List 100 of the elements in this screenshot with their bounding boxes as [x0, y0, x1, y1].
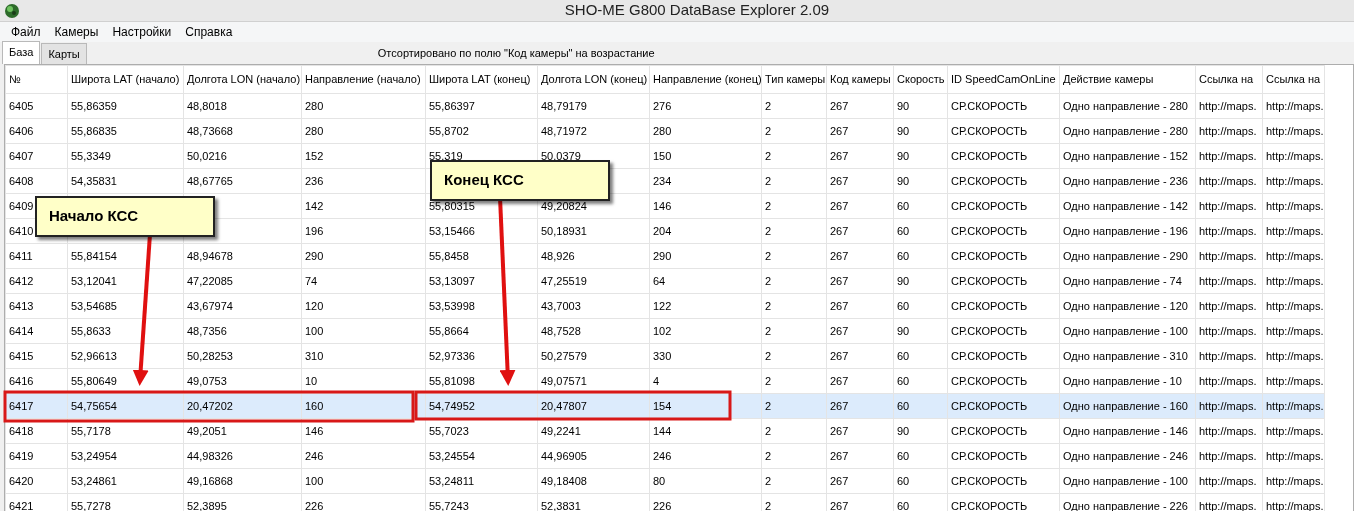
table-cell: 55,86397 — [425, 93, 538, 119]
table-cell: 267 — [826, 143, 894, 169]
table-cell: 267 — [826, 168, 894, 194]
table-cell: 6420 — [5, 468, 68, 494]
column-header[interactable]: Ссылка на — [1262, 65, 1325, 94]
table-cell: Одно направление - 290 — [1059, 243, 1196, 269]
table-cell: 60 — [893, 368, 948, 394]
table-cell: 60 — [893, 468, 948, 494]
table-cell: 267 — [826, 418, 894, 444]
table-cell: 55,86835 — [67, 118, 184, 144]
table-cell: 2 — [761, 118, 827, 144]
table-cell: 48,73668 — [183, 118, 302, 144]
table-cell: 90 — [893, 93, 948, 119]
table-cell: 48,79179 — [537, 93, 650, 119]
column-header[interactable]: Код камеры — [826, 65, 894, 94]
table-cell: Одно направление - 100 — [1059, 468, 1196, 494]
column-header[interactable]: Долгота LON (конец) — [537, 65, 650, 94]
table-cell: 52,97336 — [425, 343, 538, 369]
table-cell: 280 — [301, 93, 426, 119]
table-cell: 53,24554 — [425, 443, 538, 469]
table-cell: Одно направление - 280 — [1059, 118, 1196, 144]
table-cell: 290 — [649, 243, 762, 269]
column-header[interactable]: Широта LAT (конец) — [425, 65, 538, 94]
table-cell: Одно направление - 142 — [1059, 193, 1196, 219]
table-cell: 6407 — [5, 143, 68, 169]
column-header[interactable]: Направление (начало) — [301, 65, 426, 94]
table-cell: СР.СКОРОСТЬ — [947, 268, 1060, 294]
table-cell: http://maps. — [1262, 218, 1325, 244]
table-cell: http://maps. — [1262, 168, 1325, 194]
table-cell: Одно направление - 146 — [1059, 418, 1196, 444]
menu-item[interactable]: Справка — [178, 23, 240, 41]
column-header[interactable]: № — [5, 65, 68, 94]
table-cell: 43,67974 — [183, 293, 302, 319]
table-cell: 90 — [893, 118, 948, 144]
table-cell: 20,47202 — [183, 393, 302, 419]
table-cell: 276 — [649, 93, 762, 119]
table-cell: http://maps. — [1195, 93, 1263, 119]
table-cell: 2 — [761, 418, 827, 444]
column-header[interactable]: Тип камеры — [761, 65, 827, 94]
table-cell: СР.СКОРОСТЬ — [947, 93, 1060, 119]
table-cell: 44,98326 — [183, 443, 302, 469]
table-cell: 6419 — [5, 443, 68, 469]
table-cell: СР.СКОРОСТЬ — [947, 193, 1060, 219]
table-cell: http://maps. — [1195, 168, 1263, 194]
table-cell: Одно направление - 120 — [1059, 293, 1196, 319]
window-title: SHO-ME G800 DataBase Explorer 2.09 — [563, 0, 831, 21]
table-cell: 267 — [826, 193, 894, 219]
table-cell: 146 — [301, 418, 426, 444]
table-cell: 236 — [301, 168, 426, 194]
table-cell: 53,24861 — [67, 468, 184, 494]
table-cell: http://maps. — [1195, 418, 1263, 444]
table-cell: 267 — [826, 118, 894, 144]
table-cell: http://maps. — [1262, 243, 1325, 269]
table-cell: 6413 — [5, 293, 68, 319]
table-cell: http://maps. — [1195, 118, 1263, 144]
column-header[interactable]: Широта LAT (начало) — [67, 65, 184, 94]
table-cell: 2 — [761, 343, 827, 369]
callout-note: Начало КСС — [35, 196, 215, 237]
table-cell: 6405 — [5, 93, 68, 119]
table-cell: 48,7528 — [537, 318, 650, 344]
table-cell: Одно направление - 74 — [1059, 268, 1196, 294]
table-cell: 53,15466 — [425, 218, 538, 244]
table-cell: http://maps. — [1195, 443, 1263, 469]
column-header[interactable]: Скорость — [893, 65, 948, 94]
menu-item[interactable]: Камеры — [47, 23, 106, 41]
table-cell: 55,86359 — [67, 93, 184, 119]
column-header[interactable]: ID SpeedCamOnLine — [947, 65, 1060, 94]
table-cell: СР.СКОРОСТЬ — [947, 343, 1060, 369]
table-cell: 144 — [649, 418, 762, 444]
table-cell: http://maps. — [1195, 468, 1263, 494]
table-cell: Одно направление - 160 — [1059, 393, 1196, 419]
table-cell: 47,25519 — [537, 268, 650, 294]
table-cell: СР.СКОРОСТЬ — [947, 443, 1060, 469]
table-cell: 6406 — [5, 118, 68, 144]
column-header[interactable]: Направление (конец) — [649, 65, 762, 94]
table-cell: 49,2051 — [183, 418, 302, 444]
column-header[interactable]: Долгота LON (начало) — [183, 65, 302, 94]
table-cell: http://maps. — [1262, 193, 1325, 219]
table-cell: http://maps. — [1195, 193, 1263, 219]
table-cell: СР.СКОРОСТЬ — [947, 143, 1060, 169]
column-header[interactable]: Ссылка на — [1195, 65, 1263, 94]
tab[interactable]: Карты — [41, 42, 87, 64]
menu-item[interactable]: Настройки — [105, 23, 179, 41]
table-cell: 60 — [893, 443, 948, 469]
table-cell: 48,7356 — [183, 318, 302, 344]
menu-item[interactable]: Файл — [4, 23, 48, 41]
table-cell: 48,8018 — [183, 93, 302, 119]
table-cell: 90 — [893, 168, 948, 194]
table-cell: 267 — [826, 368, 894, 394]
table-cell: 290 — [301, 243, 426, 269]
tab[interactable]: База — [2, 40, 41, 64]
table-cell: Одно направление - 100 — [1059, 318, 1196, 344]
table-cell: 2 — [761, 293, 827, 319]
table-cell: 6412 — [5, 268, 68, 294]
table-cell: http://maps. — [1262, 443, 1325, 469]
column-header[interactable]: Действие камеры — [1059, 65, 1196, 94]
table-cell: 90 — [893, 143, 948, 169]
table-cell: 54,75654 — [67, 393, 184, 419]
table-cell: 267 — [826, 468, 894, 494]
table-cell: http://maps. — [1195, 268, 1263, 294]
